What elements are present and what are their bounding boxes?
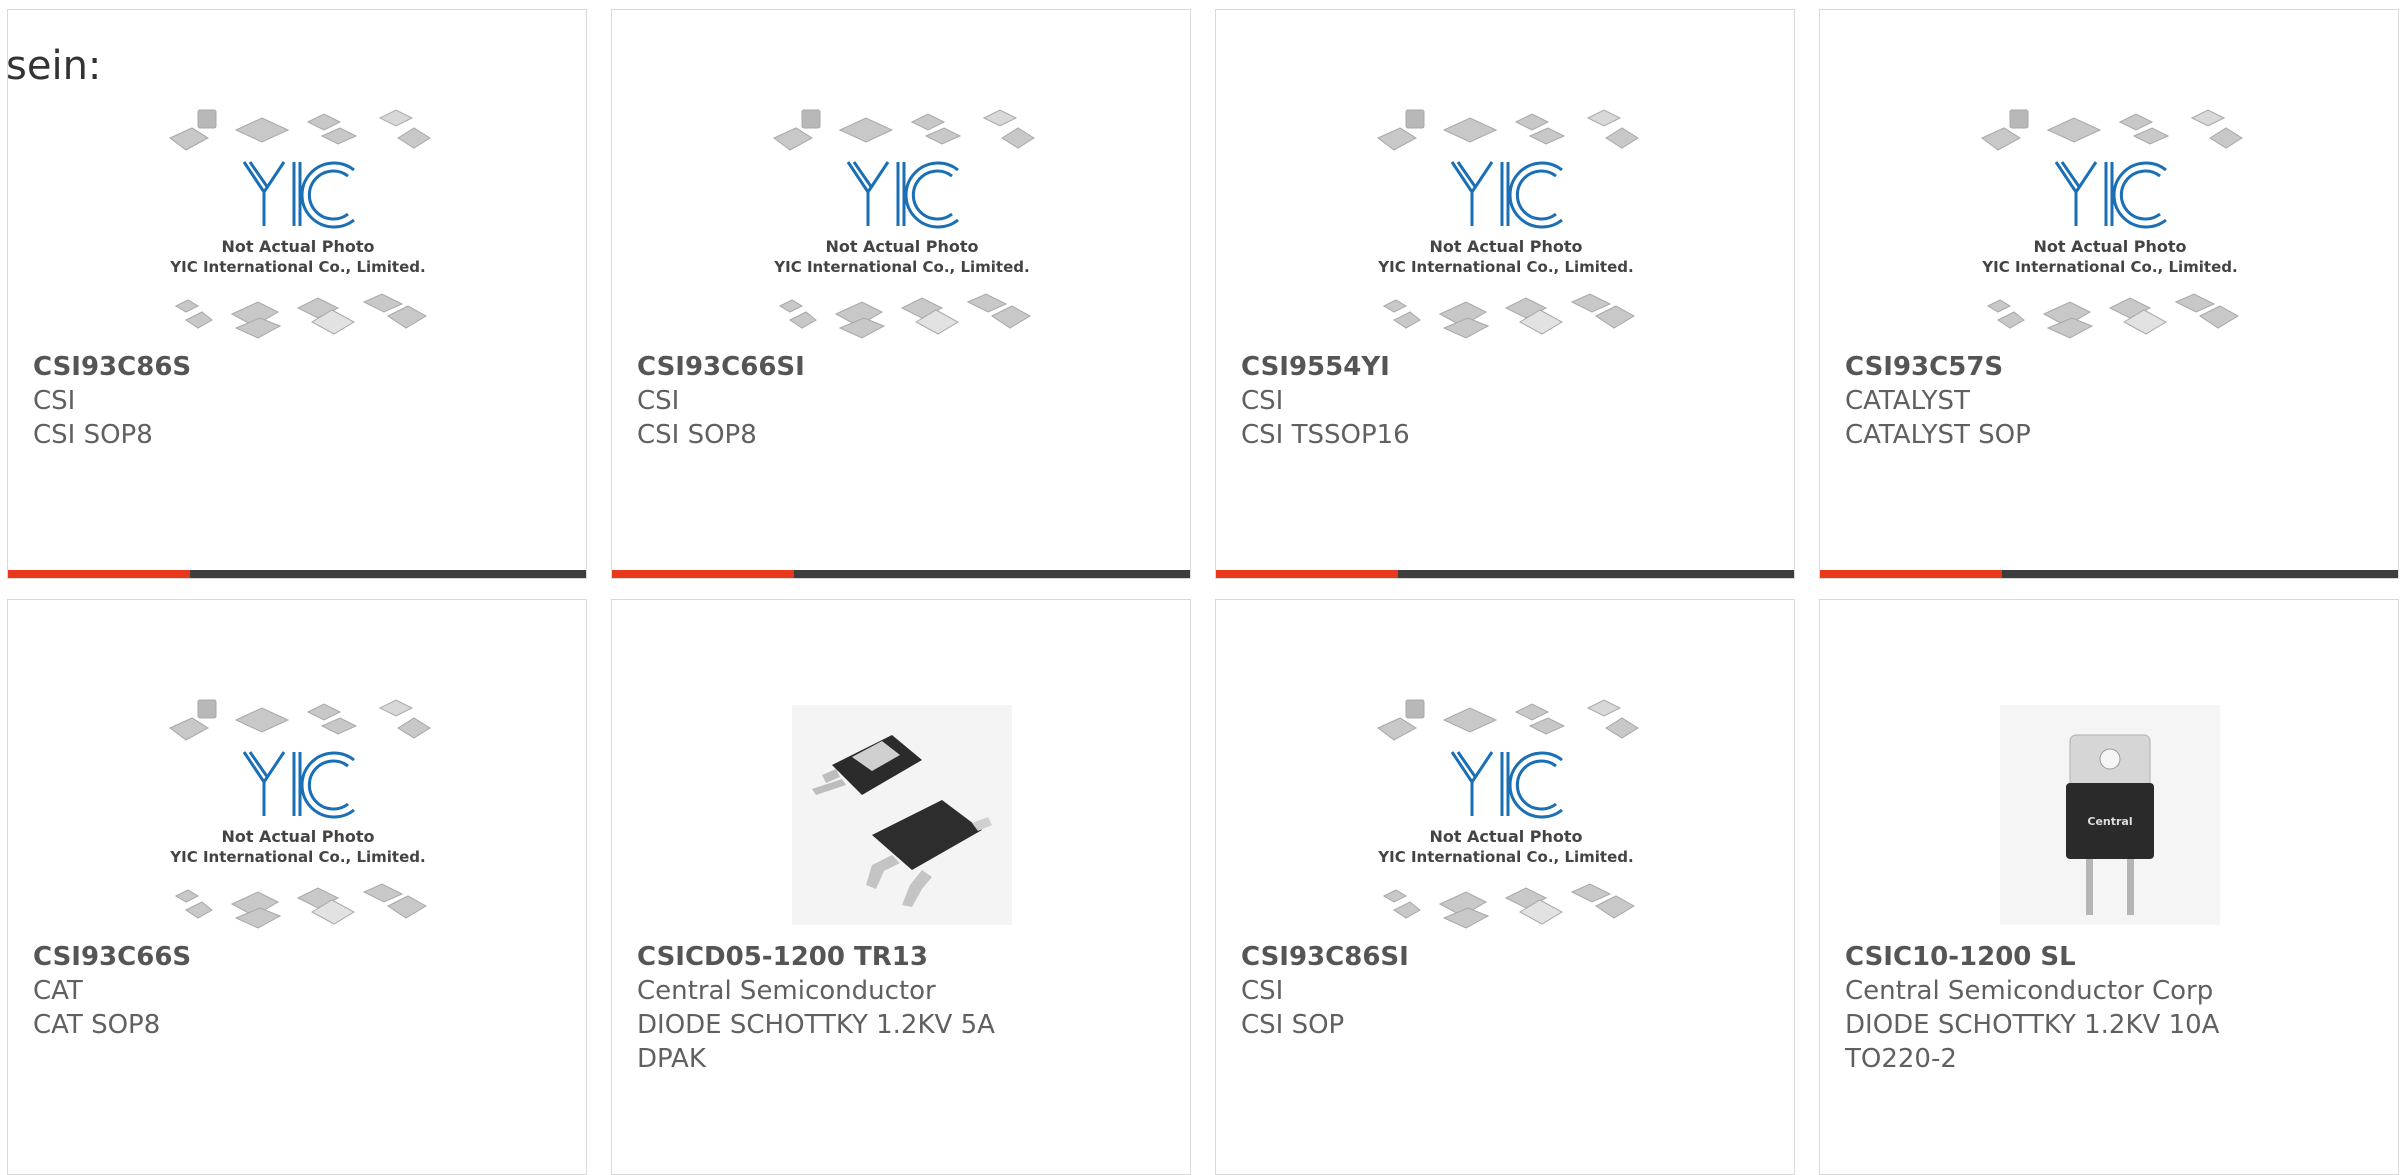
manufacturer: CSI [1241, 976, 1284, 1006]
part-number: CSI93C66SI [637, 352, 805, 382]
manufacturer: CATALYST [1845, 386, 1970, 416]
lead-text: sein: [6, 43, 102, 89]
yic-placeholder-image: Not Actual Photo YIC International Co., … [742, 90, 1062, 360]
part-number: CSI93C86S [33, 352, 192, 382]
package: TO220-2 [1845, 1044, 1957, 1074]
package: DPAK [637, 1044, 706, 1074]
svg-text:Central: Central [2087, 815, 2132, 828]
yic-placeholder-image: Not Actual Photo YIC International Co., … [1346, 680, 1666, 950]
product-grid: Not Actual Photo YIC International Co., … [7, 9, 2399, 1175]
product-card[interactable]: Central CSIC10-1200 SL Central Semicondu… [1819, 599, 2399, 1175]
svg-text:YIC International Co., Limited: YIC International Co., Limited. [1981, 258, 2237, 276]
manufacturer: CSI [33, 386, 76, 416]
card-footer-bar [1820, 570, 2398, 578]
card-footer-bar [1216, 570, 1794, 578]
yic-placeholder-image: Not Actual Photo YIC International Co., … [1950, 90, 2270, 360]
product-card[interactable]: Not Actual Photo YIC International Co., … [1819, 9, 2399, 579]
description: CSI SOP [1241, 1010, 1345, 1040]
yic-placeholder-image: Not Actual Photo YIC International Co., … [138, 680, 458, 950]
manufacturer: Central Semiconductor [637, 976, 936, 1006]
product-card[interactable]: Not Actual Photo YIC International Co., … [1215, 599, 1795, 1175]
part-number: CSICD05-1200 TR13 [637, 942, 928, 972]
product-card[interactable]: Not Actual Photo YIC International Co., … [7, 599, 587, 1175]
svg-text:Not Actual Photo: Not Actual Photo [221, 827, 374, 846]
svg-text:Not Actual Photo: Not Actual Photo [1429, 827, 1582, 846]
accent-segment [1820, 570, 2002, 578]
yic-placeholder-image: Not Actual Photo YIC International Co., … [1346, 90, 1666, 360]
svg-text:YIC International Co., Limited: YIC International Co., Limited. [1377, 848, 1633, 866]
svg-text:YIC International Co., Limited: YIC International Co., Limited. [169, 258, 425, 276]
manufacturer: Central Semiconductor Corp [1845, 976, 2214, 1006]
accent-segment [1216, 570, 1398, 578]
manufacturer: CAT [33, 976, 83, 1006]
card-footer-bar [8, 570, 586, 578]
part-number: CSIC10-1200 SL [1845, 942, 2076, 972]
svg-text:Not Actual Photo: Not Actual Photo [2033, 237, 2186, 256]
description: CAT SOP8 [33, 1010, 161, 1040]
product-card[interactable]: Not Actual Photo YIC International Co., … [611, 9, 1191, 579]
product-card[interactable]: Not Actual Photo YIC International Co., … [1215, 9, 1795, 579]
description: CSI TSSOP16 [1241, 420, 1410, 450]
part-number: CSI93C66S [33, 942, 192, 972]
manufacturer: CSI [637, 386, 680, 416]
card-footer-bar [612, 570, 1190, 578]
accent-segment [8, 570, 190, 578]
dpak-product-photo [742, 680, 1062, 950]
product-card[interactable]: CSICD05-1200 TR13 Central Semiconductor … [611, 599, 1191, 1175]
yic-placeholder-image: Not Actual Photo YIC International Co., … [138, 90, 458, 360]
svg-text:YIC International Co., Limited: YIC International Co., Limited. [773, 258, 1029, 276]
description: CATALYST SOP [1845, 420, 2031, 450]
svg-text:YIC International Co., Limited: YIC International Co., Limited. [169, 848, 425, 866]
description: CSI SOP8 [637, 420, 757, 450]
to220-product-photo: Central [1950, 680, 2270, 950]
svg-text:Not Actual Photo: Not Actual Photo [825, 237, 978, 256]
accent-segment [612, 570, 794, 578]
svg-text:Not Actual Photo: Not Actual Photo [1429, 237, 1582, 256]
svg-text:Not Actual Photo: Not Actual Photo [221, 237, 374, 256]
manufacturer: CSI [1241, 386, 1284, 416]
part-number: CSI93C86SI [1241, 942, 1409, 972]
description: DIODE SCHOTTKY 1.2KV 10A [1845, 1010, 2220, 1040]
description: DIODE SCHOTTKY 1.2KV 5A [637, 1010, 995, 1040]
description: CSI SOP8 [33, 420, 153, 450]
part-number: CSI9554YI [1241, 352, 1390, 382]
svg-text:YIC International Co., Limited: YIC International Co., Limited. [1377, 258, 1633, 276]
part-number: CSI93C57S [1845, 352, 2004, 382]
